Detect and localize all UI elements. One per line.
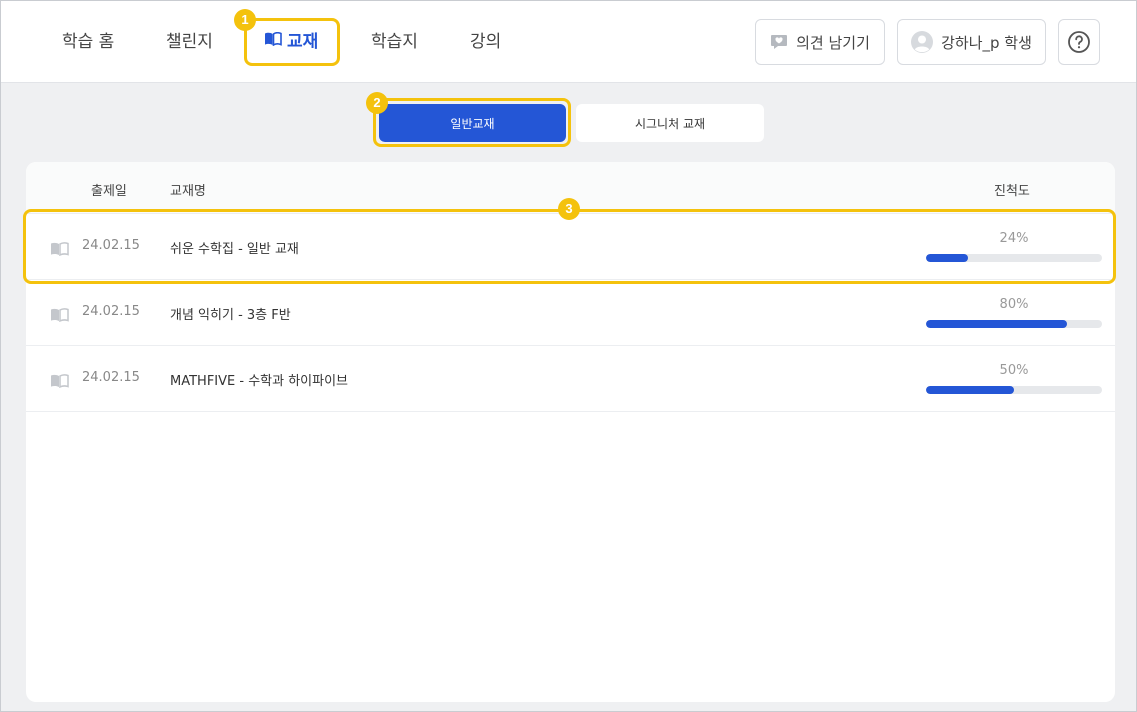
table-row[interactable]: 24.02.15 개념 익히기 - 3층 F반 80% [26,280,1115,346]
textbook-table: 출제일 교재명 진척도 24.02.15 쉬운 수학집 - 일반 교재 24% [26,162,1115,702]
book-icon [50,307,69,326]
feedback-label: 의견 남기기 [796,33,870,52]
nav-item-lecture[interactable]: 강의 [470,25,501,59]
step-badge-1: 1 [234,9,256,31]
help-button[interactable] [1058,19,1100,65]
row-date: 24.02.15 [82,238,140,253]
nav-item-worksheet[interactable]: 학습지 [371,25,418,59]
table-row[interactable]: 24.02.15 쉬운 수학집 - 일반 교재 24% [26,214,1115,280]
row-date: 24.02.15 [82,304,140,319]
book-icon [50,241,69,260]
row-progress-label: 80% [999,297,1029,312]
step-badge-2: 2 [366,92,388,114]
question-circle-icon [1067,30,1091,54]
progress-bar [926,386,1102,394]
user-name-label: 강하나_p 학생 [941,33,1032,52]
progress-bar-fill [926,254,969,262]
tab-signature-textbook[interactable]: 시그니처 교재 [576,104,764,142]
tab-general-textbook[interactable]: 일반교재 [379,104,566,142]
row-title: 쉬운 수학집 - 일반 교재 [170,242,299,257]
row-title: 개념 익히기 - 3층 F반 [170,308,291,323]
table-row[interactable]: 24.02.15 MATHFIVE - 수학과 하이파이브 50% [26,346,1115,412]
row-title: MATHFIVE - 수학과 하이파이브 [170,374,349,389]
nav-item-textbook-label: 교재 [287,32,319,52]
progress-bar [926,320,1102,328]
avatar [911,31,934,53]
nav-item-textbook[interactable]: 교재 [264,25,318,59]
nav-item-home[interactable]: 학습 홈 [62,25,114,59]
progress-bar [926,254,1102,262]
row-date: 24.02.15 [82,370,140,385]
app-frame: 학습 홈 챌린지 교재 학습지 강의 의견 남기기 강하나_p 학생 1 일반교… [0,0,1137,712]
top-nav: 학습 홈 챌린지 교재 학습지 강의 의견 남기기 강하나_p 학생 [1,1,1136,83]
header-name: 교재명 [170,184,206,199]
row-progress-label: 24% [999,231,1029,246]
row-progress-label: 50% [999,363,1029,378]
feedback-button[interactable]: 의견 남기기 [755,19,885,65]
progress-bar-fill [926,320,1067,328]
feedback-heart-icon [770,34,788,50]
open-book-icon [264,24,282,58]
nav-item-challenge[interactable]: 챌린지 [166,25,213,59]
header-date: 출제일 [91,184,127,199]
step-badge-3: 3 [558,198,580,220]
progress-bar-fill [926,386,1014,394]
header-progress: 진척도 [994,184,1030,199]
book-icon [50,373,69,392]
user-menu-button[interactable]: 강하나_p 학생 [897,19,1046,65]
